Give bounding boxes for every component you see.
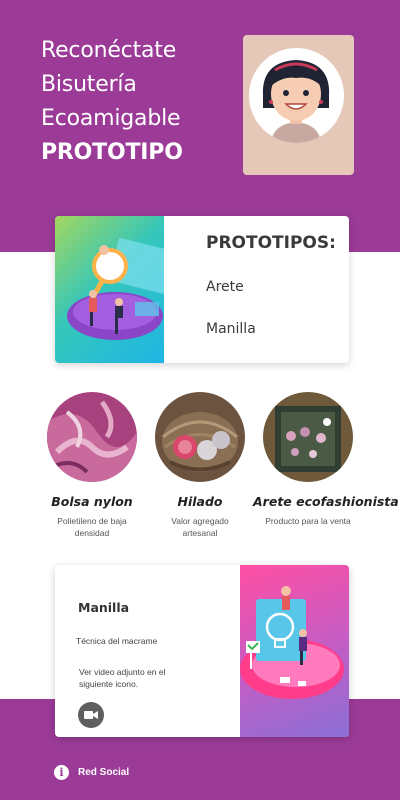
product-description: Producto para la venta <box>253 515 363 527</box>
prototypes-card: PROTOTIPOS: Arete Manilla <box>55 216 349 363</box>
product-description: Polietileno de baja densidad <box>37 515 147 539</box>
hero-line-3: Ecoamigable <box>41 106 181 131</box>
social-link[interactable]: i Red Social <box>54 765 129 780</box>
hero-line-4: PROTOTIPO <box>41 140 183 165</box>
product-title: Bolsa nylon <box>51 494 133 509</box>
product-bolsa-nylon: Bolsa nylon Polietileno de baja densidad <box>37 392 147 539</box>
team-illustration-icon <box>67 237 176 340</box>
product-desc-line: densidad <box>74 528 110 538</box>
product-title: Arete ecofashionista <box>253 494 399 509</box>
product-desc-line: Polietileno de baja <box>57 516 127 526</box>
earrings-box-photo-icon <box>263 392 353 482</box>
video-camera-icon <box>84 711 98 719</box>
nylon-bag-photo-icon <box>47 392 137 482</box>
info-icon: i <box>54 765 69 780</box>
yarn-basket-photo-icon <box>155 392 245 482</box>
hero-line-2: Bisutería <box>41 72 137 97</box>
manilla-card: Manilla Técnica del macrame Ver video ad… <box>55 565 349 737</box>
product-desc-line: Valor agregado <box>171 516 229 526</box>
hilado-photo <box>155 392 245 482</box>
product-arete-ecofashionista: Arete ecofashionista Producto para la ve… <box>253 392 399 527</box>
video-button[interactable] <box>78 702 104 728</box>
social-label: Red Social <box>78 767 130 778</box>
hero-title: Reconéctate Bisutería Ecoamigable PROTOT… <box>41 34 183 170</box>
hero-line-1: Reconéctate <box>41 38 177 63</box>
prototypes-heading: PROTOTIPOS: <box>206 233 336 253</box>
manilla-note-line: siguiente icono. <box>79 679 139 689</box>
prototypes-illustration <box>55 216 176 363</box>
product-description: Valor agregado artesanal <box>145 515 255 539</box>
manilla-note: Ver video adjunto en el siguiente icono. <box>79 666 189 690</box>
product-desc-line: Producto para la venta <box>265 516 351 526</box>
ideas-illustration-icon <box>240 586 344 699</box>
manilla-note-line: Ver video adjunto en el <box>79 667 166 677</box>
avatar-card <box>243 35 354 175</box>
avatar-illustration-icon <box>262 60 330 143</box>
prototype-item-arete: Arete <box>206 279 244 295</box>
prototype-item-manilla: Manilla <box>206 321 256 337</box>
bolsa-nylon-photo <box>47 392 137 482</box>
manilla-subtitle: Técnica del macrame <box>76 636 158 646</box>
arete-photo <box>263 392 353 482</box>
product-title: Hilado <box>177 494 223 509</box>
manilla-title: Manilla <box>78 600 130 615</box>
manilla-illustration <box>240 565 349 737</box>
avatar <box>249 48 344 143</box>
product-desc-line: artesanal <box>182 528 218 538</box>
product-hilado: Hilado Valor agregado artesanal <box>145 392 255 539</box>
